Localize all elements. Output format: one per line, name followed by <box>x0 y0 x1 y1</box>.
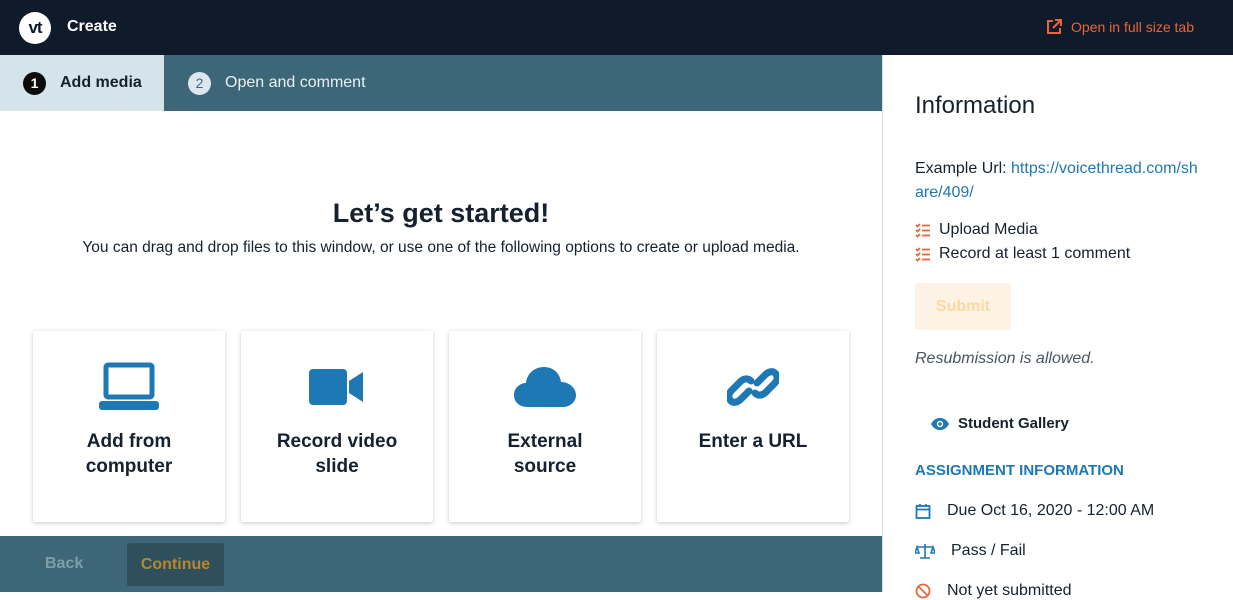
add-from-computer-card[interactable]: Add from computer <box>33 331 225 522</box>
page-heading: Let’s get started! <box>332 198 550 228</box>
student-gallery-link[interactable]: Student Gallery <box>931 415 1069 432</box>
checklist-icon <box>915 223 930 238</box>
card-label-line1: Record video <box>276 431 398 452</box>
link-icon <box>727 368 779 406</box>
assignment-info-heading: ASSIGNMENT INFORMATION <box>915 462 1124 479</box>
student-gallery-label: Student Gallery <box>958 415 1069 432</box>
external-link-icon <box>1047 19 1063 34</box>
record-video-slide-card[interactable]: Record video slide <box>241 331 433 522</box>
enter-url-card[interactable]: Enter a URL <box>657 331 849 522</box>
checklist-icon <box>915 247 930 262</box>
laptop-icon <box>99 362 159 410</box>
due-date: Due Oct 16, 2020 - 12:00 AM <box>947 502 1155 519</box>
open-full-size-tab-link[interactable]: Open in full size tab <box>1045 18 1194 36</box>
submit-button[interactable]: Submit <box>915 283 1011 330</box>
window-title: Create <box>67 18 117 35</box>
requirement-label: Upload Media <box>939 221 1038 238</box>
step-number-1: 1 <box>23 71 46 95</box>
submission-status-row: Not yet submitted <box>915 582 1072 600</box>
card-label-line2: source <box>513 456 577 477</box>
step-number-2: 2 <box>188 71 211 95</box>
resubmission-note: Resubmission is allowed. <box>915 350 1095 367</box>
information-panel: Information Example Url: https://voiceth… <box>882 55 1233 599</box>
card-label-line1: Enter a URL <box>698 431 808 452</box>
step-open-and-comment[interactable]: 2 Open and comment <box>188 55 366 111</box>
example-url-label: Example Url: <box>915 160 1007 177</box>
step-label-open-and-comment: Open and comment <box>225 74 366 91</box>
grading-row: Pass / Fail <box>915 542 1026 560</box>
eye-icon <box>931 417 949 430</box>
cloud-icon <box>514 367 576 407</box>
open-full-size-label: Open in full size tab <box>1071 19 1194 35</box>
card-label-line2: computer <box>85 456 173 477</box>
top-bar: vt Create Open in full size tab <box>0 0 1233 55</box>
grading-type: Pass / Fail <box>951 542 1026 559</box>
card-label-line2: slide <box>315 456 359 477</box>
video-camera-icon <box>309 369 363 405</box>
requirement-label: Record at least 1 comment <box>939 245 1131 262</box>
step-add-media[interactable]: 1 Add media <box>0 55 164 111</box>
example-url: Example Url: https://voicethread.com/sha… <box>915 157 1205 205</box>
bottom-bar: Back Continue <box>0 536 882 592</box>
card-label-line1: External <box>507 431 583 452</box>
due-date-row: Due Oct 16, 2020 - 12:00 AM <box>915 502 1154 520</box>
requirement-record-comment: Record at least 1 comment <box>915 245 1130 263</box>
ban-icon <box>915 583 931 599</box>
step-label-add-media: Add media <box>60 74 142 91</box>
page-subtext: You can drag and drop files to this wind… <box>82 239 800 256</box>
requirement-upload-media: Upload Media <box>915 221 1038 239</box>
panel-title: Information <box>915 92 1036 119</box>
step-tabs: 1 Add media 2 Open and comment <box>0 55 882 111</box>
submission-status: Not yet submitted <box>947 582 1072 599</box>
continue-button[interactable]: Continue <box>127 543 224 586</box>
voicethread-logo: vt <box>19 12 51 44</box>
scale-icon <box>915 544 935 559</box>
calendar-icon <box>915 504 931 519</box>
external-source-card[interactable]: External source <box>449 331 641 522</box>
back-button[interactable]: Back <box>45 555 83 573</box>
media-upload-area[interactable]: Let’s get started! You can drag and drop… <box>0 111 882 536</box>
card-label-line1: Add from <box>86 431 172 452</box>
